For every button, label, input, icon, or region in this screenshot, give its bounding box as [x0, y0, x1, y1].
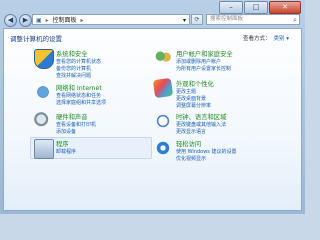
- search-placeholder: 搜索控制面板: [210, 16, 244, 22]
- category-link[interactable]: 添加或删除用户帐户: [176, 58, 221, 65]
- search-input[interactable]: 搜索控制面板 ⌕: [206, 14, 300, 25]
- navigation-buttons: ◀ ▶: [4, 14, 32, 27]
- category-link[interactable]: 更改显示语言: [176, 128, 206, 135]
- category-link[interactable]: 添加设备: [56, 128, 76, 135]
- programs-icon: [34, 139, 54, 159]
- ease-of-access-icon: [154, 139, 172, 157]
- category-link[interactable]: 备份您的计算机: [56, 65, 91, 72]
- category-link[interactable]: 更改键盘或其他输入法: [176, 121, 226, 128]
- page-title: 调整计算机的设置: [10, 35, 62, 43]
- category-link[interactable]: 选择家庭组和共享选项: [56, 99, 106, 106]
- category-title[interactable]: 轻松访问: [176, 139, 201, 148]
- category-link[interactable]: 优化视频显示: [176, 155, 206, 162]
- category-title[interactable]: 程序: [56, 139, 69, 148]
- control-panel-content: 调整计算机的设置 查看方式： 类别 ▾ 系统和安全 查看您的计算机状态 备份您的计…: [3, 28, 302, 211]
- category-link[interactable]: 查看您的计算机状态: [56, 58, 101, 65]
- category-title[interactable]: 硬件和声音: [56, 112, 87, 121]
- breadcrumb-separator: ▸: [45, 17, 49, 24]
- minimize-button[interactable]: –: [219, 1, 243, 14]
- category-link[interactable]: 查找并解决问题: [56, 72, 91, 79]
- network-icon: [34, 83, 52, 101]
- category-link[interactable]: 调整屏幕分辨率: [176, 102, 211, 109]
- view-by-selector[interactable]: 查看方式： 类别 ▾: [243, 34, 289, 42]
- category-title[interactable]: 外观和个性化: [176, 79, 214, 88]
- category-link[interactable]: 卸载程序: [56, 148, 76, 155]
- maximize-button[interactable]: □: [244, 1, 268, 14]
- title-bar: – □ ✕ ◀ ▶ ▣ ▸ 控制面板 ▸ ▾ ⟳ 搜索控制面板 ⌕: [0, 0, 305, 27]
- control-panel-window: – □ ✕ ◀ ▶ ▣ ▸ 控制面板 ▸ ▾ ⟳ 搜索控制面板 ⌕ 调整计算机的…: [0, 0, 305, 214]
- refresh-button[interactable]: ⟳: [191, 14, 203, 25]
- category-link[interactable]: 为所有用户设置家长控制: [176, 65, 231, 72]
- hardware-icon: [34, 112, 52, 130]
- address-bar[interactable]: ▣ ▸ 控制面板 ▸ ▾: [32, 14, 190, 25]
- window-controls: – □ ✕: [219, 1, 301, 14]
- category-link[interactable]: 查看设备和打印机: [56, 121, 96, 128]
- category-title[interactable]: 系统和安全: [56, 49, 87, 58]
- category-link[interactable]: 使用 Windows 建议的设置: [176, 148, 237, 155]
- users-icon: [154, 49, 172, 67]
- shield-icon: [34, 49, 54, 69]
- forward-button[interactable]: ▶: [19, 14, 32, 27]
- breadcrumb-control-panel[interactable]: 控制面板: [53, 17, 77, 24]
- category-link[interactable]: 更改桌面背景: [176, 95, 206, 102]
- breadcrumb-separator-2: ▸: [80, 17, 84, 24]
- category-link[interactable]: 更改主题: [176, 88, 196, 95]
- category-title[interactable]: 时钟、语言和区域: [176, 112, 226, 121]
- close-button[interactable]: ✕: [269, 1, 301, 14]
- back-button[interactable]: ◀: [4, 14, 17, 27]
- control-panel-folder-icon: ▣: [36, 17, 42, 24]
- view-by-label: 查看方式：: [242, 36, 271, 42]
- clock-icon: [154, 112, 172, 130]
- category-title[interactable]: 用户帐户和家庭安全: [176, 49, 233, 58]
- address-dropdown-icon[interactable]: ▾: [183, 15, 186, 24]
- category-title[interactable]: 网络和 Internet: [56, 83, 102, 92]
- category-link[interactable]: 查看网络状态和任务: [56, 92, 101, 99]
- view-by-value[interactable]: 类别 ▾: [273, 36, 289, 42]
- search-icon[interactable]: ⌕: [293, 16, 297, 25]
- appearance-icon: [152, 77, 174, 99]
